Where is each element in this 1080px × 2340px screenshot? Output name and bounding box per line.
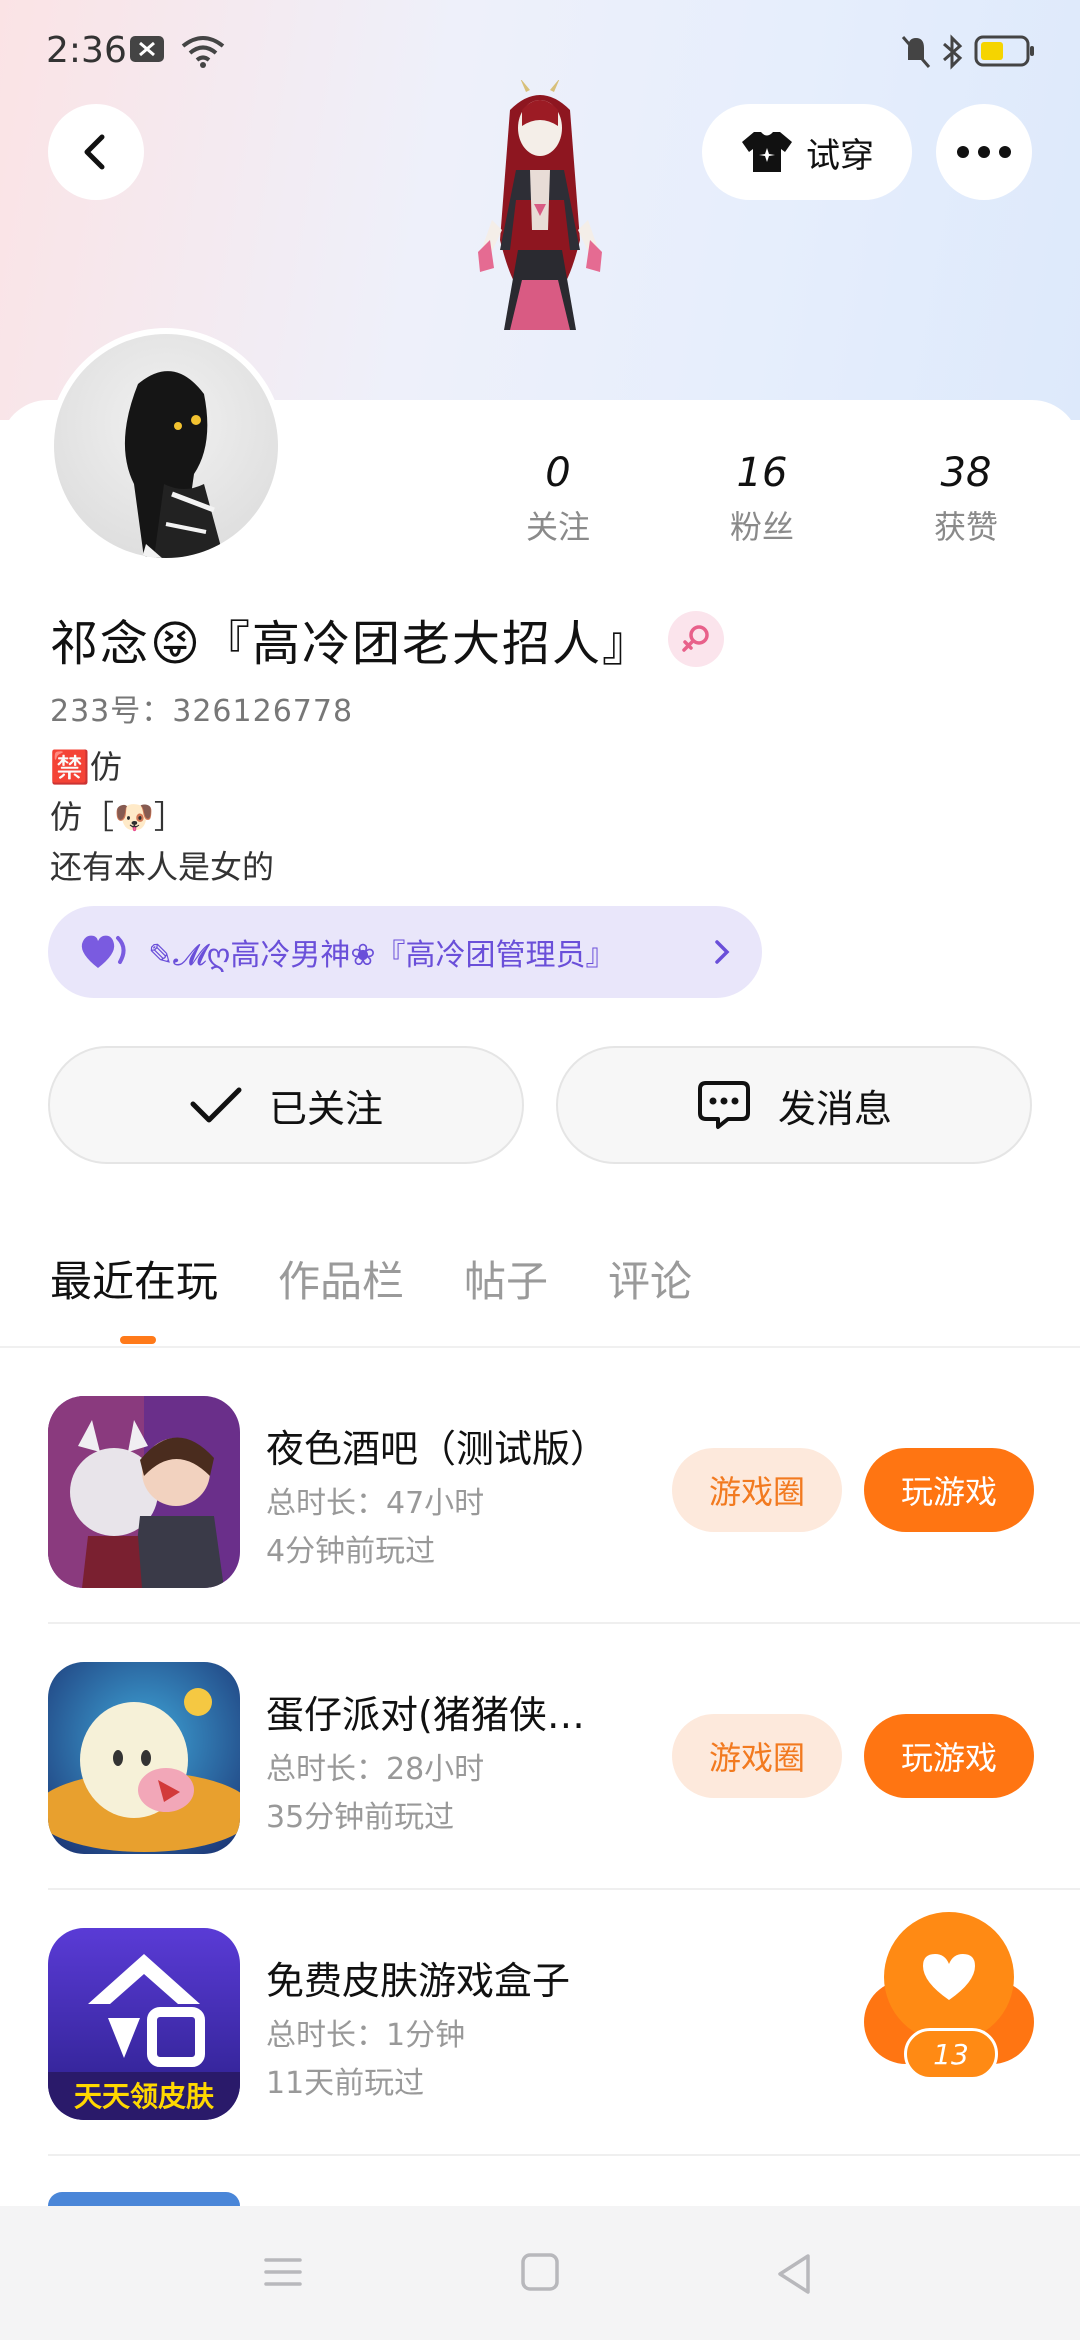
send-message-label: 发消息: [777, 1086, 892, 1131]
game-circle-button[interactable]: 游戏圈: [672, 1448, 842, 1532]
play-game-button[interactable]: 玩游戏: [864, 1448, 1034, 1532]
game-total-duration: 总时长：28小时: [266, 1752, 485, 1787]
favorite-count: 13: [904, 2028, 998, 2080]
bluetooth-icon: [943, 34, 963, 70]
send-message-button[interactable]: 发消息: [556, 1046, 1032, 1164]
profile-name-row: 祁念😝『高冷团老大招人』: [50, 604, 725, 674]
stat-fans-value: 16: [736, 450, 788, 496]
shirt-icon: [742, 132, 792, 172]
active-tab-indicator: [120, 1336, 156, 1344]
tab-works[interactable]: 作品栏: [278, 1248, 404, 1309]
stat-fans[interactable]: 16 粉丝: [692, 450, 832, 548]
game-total-duration: 总时长：1分钟: [266, 2018, 466, 2053]
stat-likes[interactable]: 38 获赞: [896, 450, 1036, 548]
bio-line: 仿［🐶］: [50, 798, 186, 836]
avatar-image: [54, 334, 278, 558]
profile-bio: 🈲仿 仿［🐶］ 还有本人是女的: [50, 742, 274, 892]
stat-fans-label: 粉丝: [729, 508, 794, 546]
try-on-button[interactable]: 试穿: [702, 104, 912, 200]
game-title: 夜色酒吧（测试版）: [266, 1427, 609, 1471]
mute-icon: [901, 36, 931, 68]
chat-bubble-icon: [697, 1081, 750, 1129]
favorite-heart-circle: [884, 1912, 1014, 2042]
profile-uid: 233号：326126778: [50, 694, 354, 729]
chevron-left-icon: [84, 134, 105, 170]
game-list-item[interactable]: 夜色酒吧（测试版） 总时长：47小时 4分钟前玩过 游戏圈 玩游戏: [48, 1396, 1080, 1590]
game-title: 免费皮肤游戏盒子: [266, 1959, 571, 2003]
play-game-button[interactable]: 玩游戏: [864, 1714, 1034, 1798]
free-skin-box-game-icon: 天天领皮肤: [48, 1928, 240, 2120]
tab-posts[interactable]: 帖子: [464, 1248, 548, 1309]
profile-avatar[interactable]: [48, 328, 284, 564]
checkmark-icon: [190, 1087, 242, 1123]
free-skin-icon-text: 天天领皮肤: [74, 2080, 215, 2113]
game-last-played: 11天前玩过: [266, 2066, 425, 2101]
game-icon-partial: [48, 2192, 240, 2206]
game-circle-button[interactable]: 游戏圈: [672, 1714, 842, 1798]
menu-icon[interactable]: [262, 2252, 304, 2292]
game-icon-night-bar: [48, 1396, 240, 1588]
tabs-divider: [0, 1346, 1080, 1348]
game-last-played: 4分钟前玩过: [266, 1534, 436, 1569]
night-bar-game-icon: [48, 1396, 240, 1588]
list-divider: [48, 1622, 1080, 1624]
game-title: 蛋仔派对(猪猪侠…: [266, 1693, 585, 1737]
profile-tabs: 最近在玩 作品栏 帖子 评论: [50, 1248, 692, 1309]
bio-line: 🈲仿: [50, 748, 122, 786]
heart-icon: [923, 1954, 975, 2000]
stat-likes-value: 38: [940, 450, 992, 496]
stat-following-label: 关注: [525, 508, 590, 546]
avatar-3d-figure: [478, 80, 602, 330]
try-on-label: 试穿: [806, 135, 874, 176]
battery-icon: [974, 35, 1034, 67]
female-icon: [682, 625, 709, 652]
stat-following[interactable]: 0 关注: [488, 450, 628, 548]
wifi-icon: [181, 36, 225, 68]
eggy-party-game-icon: [48, 1662, 240, 1854]
followed-label: 已关注: [268, 1086, 383, 1131]
stat-following-value: 0: [545, 450, 571, 496]
guild-badge[interactable]: ✎𝓜ღ高冷男神❀『高冷团管理员』: [48, 906, 762, 998]
stat-likes-label: 获赞: [933, 508, 998, 546]
game-last-played: 35分钟前玩过: [266, 1800, 455, 1835]
list-divider: [48, 1888, 1080, 1890]
system-navigation-bar: [0, 2206, 1080, 2340]
bio-line: 还有本人是女的: [50, 848, 275, 886]
home-square-icon[interactable]: [520, 2252, 560, 2292]
favorite-floating-button[interactable]: 13: [864, 1912, 1034, 2092]
game-list-item[interactable]: 蛋仔派对(猪猪侠… 总时长：28小时 35分钟前玩过 游戏圈 玩游戏: [48, 1662, 1080, 1856]
list-divider: [48, 2154, 1080, 2156]
more-button[interactable]: [936, 104, 1032, 200]
game-total-duration: 总时长：47小时: [266, 1486, 485, 1521]
back-button[interactable]: [48, 104, 144, 200]
tab-recently-played[interactable]: 最近在玩: [50, 1248, 218, 1309]
guild-text: ✎𝓜ღ高冷男神❀『高冷团管理员』: [148, 938, 616, 973]
avatar-character-image: [124, 371, 224, 558]
chevron-right-icon: [715, 940, 730, 964]
more-dots-icon: [957, 146, 1011, 158]
profile-name: 祁念😝『高冷团老大招人』: [50, 616, 653, 672]
game-icon-free-skin-box: 天天领皮肤: [48, 1928, 240, 2120]
back-triangle-icon[interactable]: [774, 2252, 814, 2296]
status-time: 2:36: [46, 30, 127, 71]
tab-comments[interactable]: 评论: [608, 1248, 692, 1309]
notification-icon: [130, 36, 164, 62]
game-icon-eggy-party: [48, 1662, 240, 1854]
followed-button[interactable]: 已关注: [48, 1046, 524, 1164]
female-gender-badge: [668, 611, 725, 667]
heart-group-icon: [81, 935, 126, 968]
